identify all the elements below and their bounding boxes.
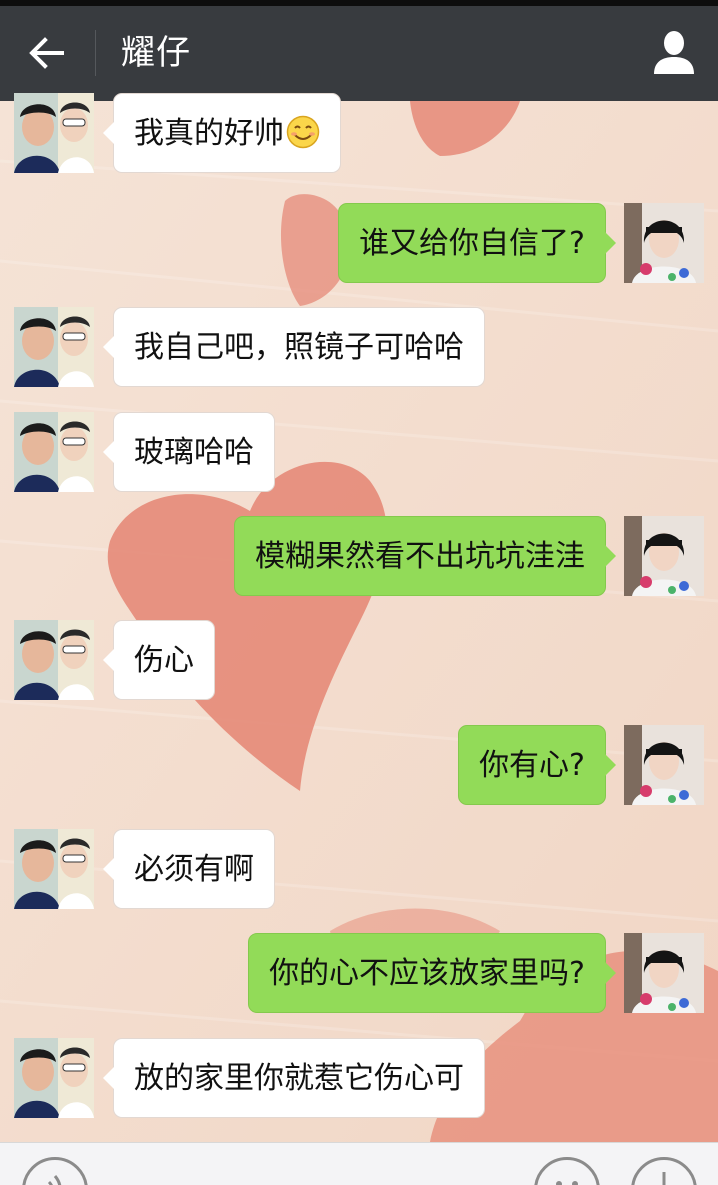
message-text: 你有心? [479,748,585,783]
avatar-photo [624,203,704,283]
arrow-left-icon [29,37,64,69]
message-text: 伤心 [134,643,194,678]
contact-avatar[interactable] [14,93,94,173]
input-toolbar [0,1142,718,1185]
message-bubble[interactable]: 放的家里你就惹它伤心可 [103,1038,485,1118]
avatar-photo [624,516,704,596]
contact-avatar[interactable] [14,412,94,492]
chat-header: 耀仔 [0,6,718,101]
message-bubble[interactable]: 我自己吧，照镜子可哈哈 [103,307,485,387]
contact-avatar[interactable] [14,307,94,387]
emoji-icon [556,1181,578,1185]
message-sent: 谁又给你自信了? [0,203,718,285]
person-icon [654,31,694,74]
message-received: 必须有啊 [0,829,718,911]
avatar-photo [624,933,704,1013]
chat-screen: 耀仔 我真的好帅 谁又给你自信了? 我自己吧，照镜子可哈哈 玻璃哈哈 模糊果然看… [0,0,718,1185]
message-bubble[interactable]: 你的心不应该放家里吗? [248,933,616,1013]
header-divider [95,30,96,76]
message-sent: 你的心不应该放家里吗? [0,933,718,1015]
message-text: 必须有啊 [134,852,254,887]
voice-button[interactable] [22,1157,88,1185]
avatar-photo [14,1038,94,1118]
message-text: 我自己吧，照镜子可哈哈 [134,330,464,365]
avatar-photo [14,412,94,492]
message-bubble[interactable]: 模糊果然看不出坑坑洼洼 [234,516,616,596]
message-received: 伤心 [0,620,718,702]
my-avatar[interactable] [624,725,704,805]
message-received: 我自己吧，照镜子可哈哈 [0,307,718,389]
message-received: 我真的好帅 [0,93,718,175]
contact-name: 耀仔 [121,33,191,73]
voice-icon [47,1175,62,1185]
avatar-photo [14,307,94,387]
message-bubble[interactable]: 我真的好帅 [103,93,341,173]
plus-icon [662,1172,666,1185]
message-text: 模糊果然看不出坑坑洼洼 [255,539,585,574]
avatar-photo [624,725,704,805]
message-text: 我真的好帅 [134,116,284,151]
message-text: 玻璃哈哈 [134,435,254,470]
message-bubble[interactable]: 必须有啊 [103,829,275,909]
avatar-photo [14,93,94,173]
profile-button[interactable] [652,30,696,76]
message-text: 你的心不应该放家里吗? [269,956,585,991]
contact-avatar[interactable] [14,829,94,909]
emoji-button[interactable] [534,1157,600,1185]
smiling-face-icon [286,115,320,148]
message-bubble[interactable]: 谁又给你自信了? [338,203,616,283]
my-avatar[interactable] [624,516,704,596]
back-button[interactable] [0,6,95,101]
my-avatar[interactable] [624,933,704,1013]
message-text: 谁又给你自信了? [359,226,585,261]
message-received: 玻璃哈哈 [0,412,718,494]
message-bubble[interactable]: 玻璃哈哈 [103,412,275,492]
message-received: 放的家里你就惹它伤心可 [0,1038,718,1120]
avatar-photo [14,620,94,700]
message-text: 放的家里你就惹它伤心可 [134,1061,464,1096]
message-bubble[interactable]: 伤心 [103,620,215,700]
contact-avatar[interactable] [14,1038,94,1118]
more-button[interactable] [631,1157,697,1185]
message-sent: 模糊果然看不出坑坑洼洼 [0,516,718,598]
message-bubble[interactable]: 你有心? [458,725,616,805]
avatar-photo [14,829,94,909]
my-avatar[interactable] [624,203,704,283]
contact-avatar[interactable] [14,620,94,700]
message-sent: 你有心? [0,725,718,807]
